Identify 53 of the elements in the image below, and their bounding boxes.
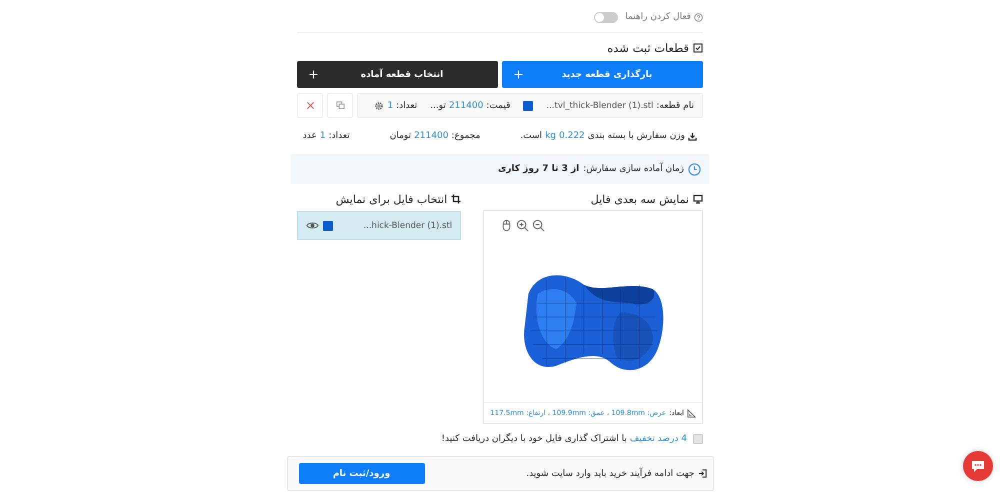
delete-button[interactable] [297,93,324,118]
copy-icon [336,101,345,110]
crop-icon [451,194,462,204]
discount-text: با اشتراک گذاری فایل خود با دیگران دریافت کنید! [441,434,627,444]
file-name: ...hick-Blender (1).stl [363,220,452,230]
count-label: تعداد: [328,131,350,141]
login-icon [698,469,706,478]
ready-part-button[interactable]: انتخاب قطعه آماده [297,61,498,88]
prep-time-value: از 3 تا 7 روز کاری [498,164,580,174]
color-swatch[interactable] [523,100,534,110]
checkbox-icon [693,43,703,53]
zoom-in-icon[interactable] [516,219,530,232]
ruler-icon [687,408,696,418]
weight-unit: kg [545,131,556,141]
weight-value: 0.222 [559,131,585,141]
discount-link[interactable]: 4 درصد تخفیف [630,434,687,444]
discount-checkbox[interactable] [693,434,703,444]
monitor-icon [693,194,703,204]
copy-button[interactable] [327,93,354,118]
toggle-label: فعال کردن راهنما [625,12,691,22]
weight-text: وزن سفارش با بسته بندی [588,131,685,141]
zoom-out-icon[interactable] [532,219,546,232]
help-icon [694,12,703,22]
file-item[interactable]: ...hick-Blender (1).stl [297,211,462,240]
weight-suffix: است. [520,131,542,141]
login-button[interactable]: ورود/ثبت نام [298,463,424,484]
plus-icon [309,70,318,79]
viewer-title: نمایش سه بعدی فایل [590,192,689,206]
settings-icon[interactable] [374,100,384,110]
part-name-label: نام قطعه: [656,100,694,110]
total-value: 211400 [414,131,448,141]
count-unit: عدد [302,131,317,141]
count-label: تعداد: [396,100,418,110]
guide-toggle[interactable] [594,12,618,22]
price-label: قیمت: [486,100,510,110]
chat-button[interactable] [963,451,993,481]
download-icon [688,132,697,140]
plus-icon [514,70,523,79]
part-name: ...tvl_thick-Blender (1).stl [546,100,654,110]
count-value: 1 [387,100,394,110]
file-select-title: انتخاب فایل برای نمایش [336,192,448,206]
price-value: 211400 [448,100,484,110]
chat-icon [970,458,986,474]
close-icon [306,101,315,110]
clock-icon [688,162,701,176]
prep-time-label: زمان آماده سازی سفارش: [583,164,684,174]
upload-part-button[interactable]: بارگذاری قطعه جدید [502,61,703,88]
price-unit: تو... [430,100,446,110]
section-title: قطعات ثبت شده [607,41,689,55]
login-notice: جهت ادامه فرآیند خرید باید وارد سایت شوید. [526,468,694,478]
total-label: مجموع: [451,131,480,141]
count-value: 1 [320,131,326,141]
total-unit: تومان [390,131,412,141]
